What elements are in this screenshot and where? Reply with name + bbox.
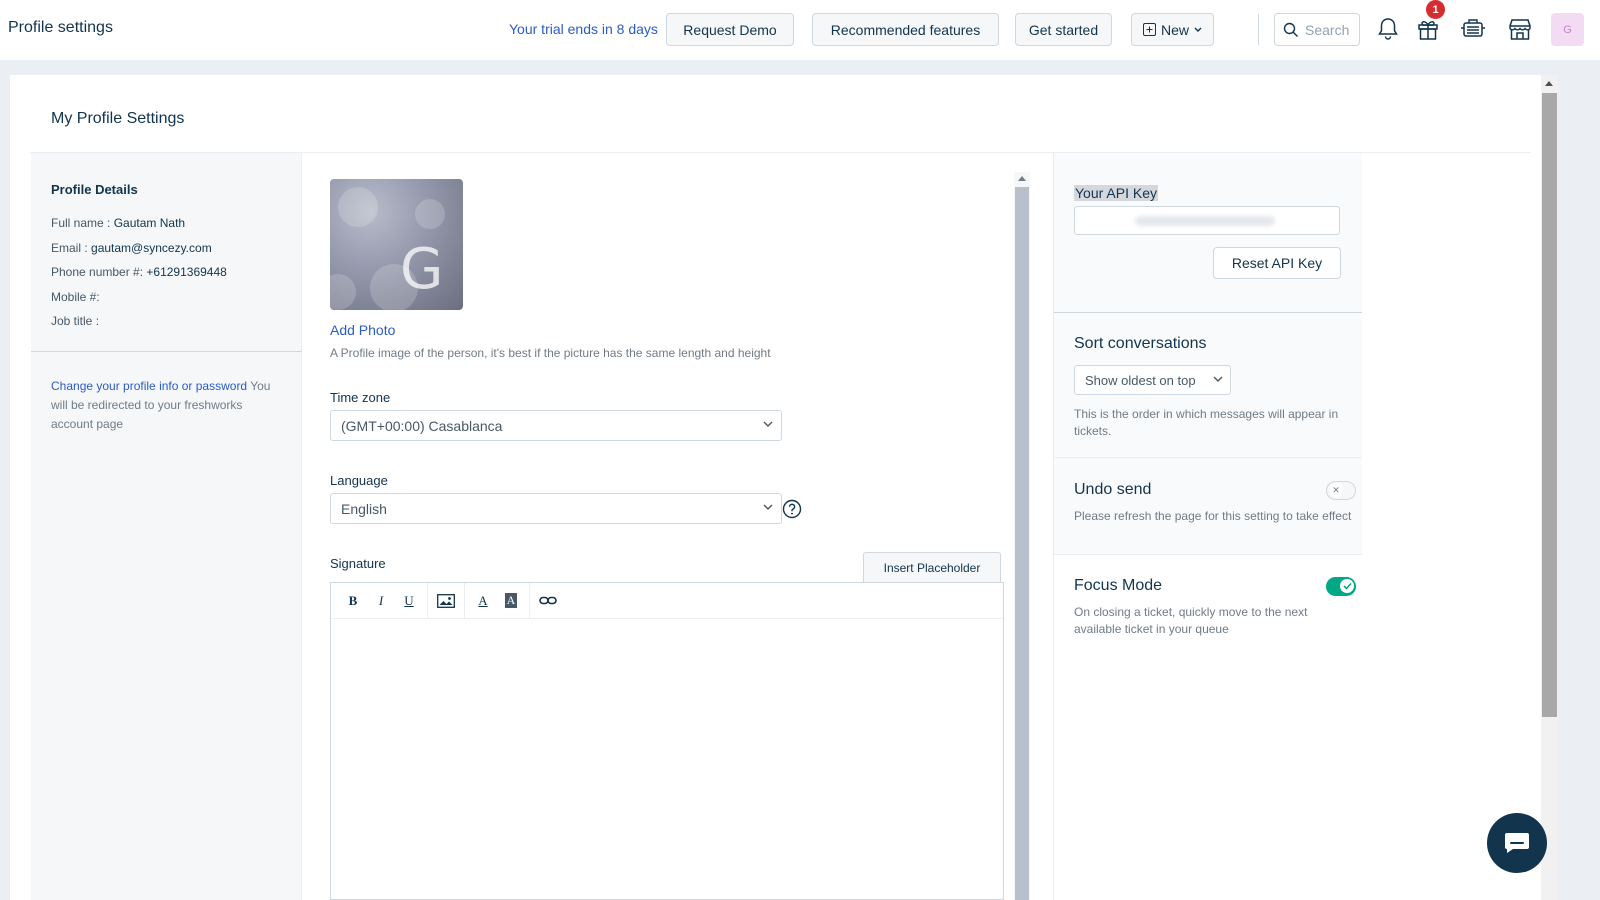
header-divider <box>1258 14 1259 45</box>
italic-button[interactable]: I <box>367 589 395 613</box>
search-icon <box>1283 22 1298 37</box>
photo-hint: A Profile image of the person, it's best… <box>330 346 771 360</box>
help-icon[interactable] <box>782 499 802 519</box>
page-title: Profile settings <box>8 19 113 36</box>
content-scrollbar[interactable] <box>1014 172 1030 900</box>
recommended-features-button[interactable]: Recommended features <box>812 13 999 46</box>
undo-send-title: Undo send <box>1074 481 1152 498</box>
toolbar-divider <box>464 582 465 619</box>
api-key-masked <box>1135 216 1275 226</box>
focus-mode-description: On closing a ticket, quickly move to the… <box>1074 605 1308 636</box>
page-heading: My Profile Settings <box>51 110 185 127</box>
insert-placeholder-button[interactable]: Insert Placeholder <box>863 552 1001 583</box>
language-value: English <box>341 500 387 517</box>
photo-bokeh <box>338 187 378 227</box>
phone-label: Phone number #: <box>51 265 147 279</box>
photo-initial: G <box>400 237 444 302</box>
toolbar-divider <box>529 582 530 619</box>
search-box[interactable]: Search <box>1274 13 1360 46</box>
undo-send-section: Undo send ✕ Please refresh the page for … <box>1054 458 1362 554</box>
notification-badge: 1 <box>1426 0 1445 19</box>
sort-description: This is the order in which messages will… <box>1074 407 1339 438</box>
undo-send-toggle[interactable]: ✕ <box>1326 481 1356 500</box>
request-demo-button[interactable]: Request Demo <box>666 13 794 46</box>
job-title-label: Job title : <box>51 314 100 328</box>
email-value: gautam@syncezy.com <box>91 241 212 255</box>
focus-mode-toggle[interactable] <box>1326 577 1356 596</box>
photo-bokeh <box>330 274 356 310</box>
signature-editor: B I U A A <box>330 582 1004 900</box>
sort-order-value: Show oldest on top <box>1085 372 1196 388</box>
chevron-down-icon <box>1213 376 1223 382</box>
job-title-row: Job title : <box>51 314 99 328</box>
trial-notice[interactable]: Your trial ends in 8 days <box>509 21 658 37</box>
background-color-glyph: A <box>504 593 518 608</box>
new-label: New <box>1160 21 1189 38</box>
plus-square-icon <box>1142 23 1156 36</box>
email-label: Email : <box>51 241 92 255</box>
chevron-down-icon <box>763 504 773 510</box>
language-label: Language <box>330 473 388 488</box>
sort-order-select[interactable]: Show oldest on top <box>1074 365 1231 395</box>
new-dropdown-button[interactable]: New <box>1131 13 1214 46</box>
full-name-row: Full name : Gautam Nath <box>51 216 185 230</box>
announcement-icon[interactable] <box>1458 14 1488 44</box>
signature-text-area[interactable] <box>331 619 1003 900</box>
sort-title: Sort conversations <box>1074 335 1207 352</box>
language-select[interactable]: English <box>330 493 782 524</box>
timezone-label: Time zone <box>330 390 391 405</box>
insert-image-icon[interactable] <box>432 589 460 613</box>
focus-mode-section: Focus Mode On closing a ticket, quickly … <box>1054 555 1362 900</box>
phone-value: +61291369448 <box>146 265 227 279</box>
profile-details-title: Profile Details <box>51 182 138 197</box>
sort-section: Sort conversations Show oldest on top Th… <box>1054 313 1362 457</box>
profile-details-sidebar: Profile Details Full name : Gautam Nath … <box>31 153 302 900</box>
api-key-field[interactable] <box>1074 206 1340 235</box>
scroll-up-arrow-icon[interactable] <box>1545 81 1553 86</box>
bell-icon[interactable] <box>1373 14 1403 44</box>
reset-api-key-button[interactable]: Reset API Key <box>1213 247 1341 279</box>
full-name-value: Gautam Nath <box>113 216 186 230</box>
full-name-label: Full name : <box>51 216 114 230</box>
undo-send-description: Please refresh the page for this setting… <box>1074 509 1352 523</box>
add-photo-link[interactable]: Add Photo <box>330 322 395 338</box>
change-profile-link[interactable]: Change your profile info or password <box>51 379 247 393</box>
sidebar-divider <box>31 351 302 352</box>
toolbar-divider <box>427 582 428 619</box>
user-avatar[interactable]: G <box>1551 13 1584 46</box>
profile-photo[interactable]: G <box>330 179 463 310</box>
phone-row: Phone number #: +61291369448 <box>51 265 227 279</box>
timezone-value: (GMT+00:00) Casablanca <box>341 417 503 434</box>
get-started-button[interactable]: Get started <box>1015 13 1112 46</box>
timezone-select[interactable]: (GMT+00:00) Casablanca <box>330 410 782 441</box>
font-color-button[interactable]: A <box>469 589 497 613</box>
mobile-label: Mobile #: <box>51 290 100 304</box>
top-header: Profile settings Your trial ends in 8 da… <box>0 0 1600 61</box>
chevron-down-icon <box>763 421 773 427</box>
link-icon[interactable] <box>534 589 562 613</box>
bold-button[interactable]: B <box>339 589 367 613</box>
marketplace-icon[interactable] <box>1505 14 1535 44</box>
change-profile-note: Change your profile info or password You… <box>51 377 286 434</box>
page-scrollbar[interactable] <box>1541 75 1558 900</box>
mobile-row: Mobile #: <box>51 290 100 304</box>
underline-button[interactable]: U <box>395 589 423 613</box>
chevron-down-icon <box>1194 27 1202 32</box>
chat-launcher-button[interactable] <box>1487 813 1547 873</box>
scroll-up-arrow-icon[interactable] <box>1018 176 1026 181</box>
focus-mode-title: Focus Mode <box>1074 577 1163 594</box>
editor-toolbar: B I U A A <box>331 582 1003 619</box>
email-row: Email : gautam@syncezy.com <box>51 241 212 255</box>
api-key-label: Your API Key <box>1074 185 1158 201</box>
search-placeholder: Search <box>1305 21 1350 38</box>
background-color-button[interactable]: A <box>497 589 525 613</box>
signature-label: Signature <box>330 556 386 571</box>
scrollbar-thumb[interactable] <box>1015 187 1029 900</box>
api-key-section: Your API Key <box>1054 153 1362 312</box>
page-scrollbar-thumb[interactable] <box>1542 93 1557 717</box>
close-icon: ✕ <box>1329 483 1343 497</box>
photo-bokeh <box>415 199 445 229</box>
check-icon <box>1340 579 1354 593</box>
chat-bubble-icon <box>1505 833 1529 853</box>
